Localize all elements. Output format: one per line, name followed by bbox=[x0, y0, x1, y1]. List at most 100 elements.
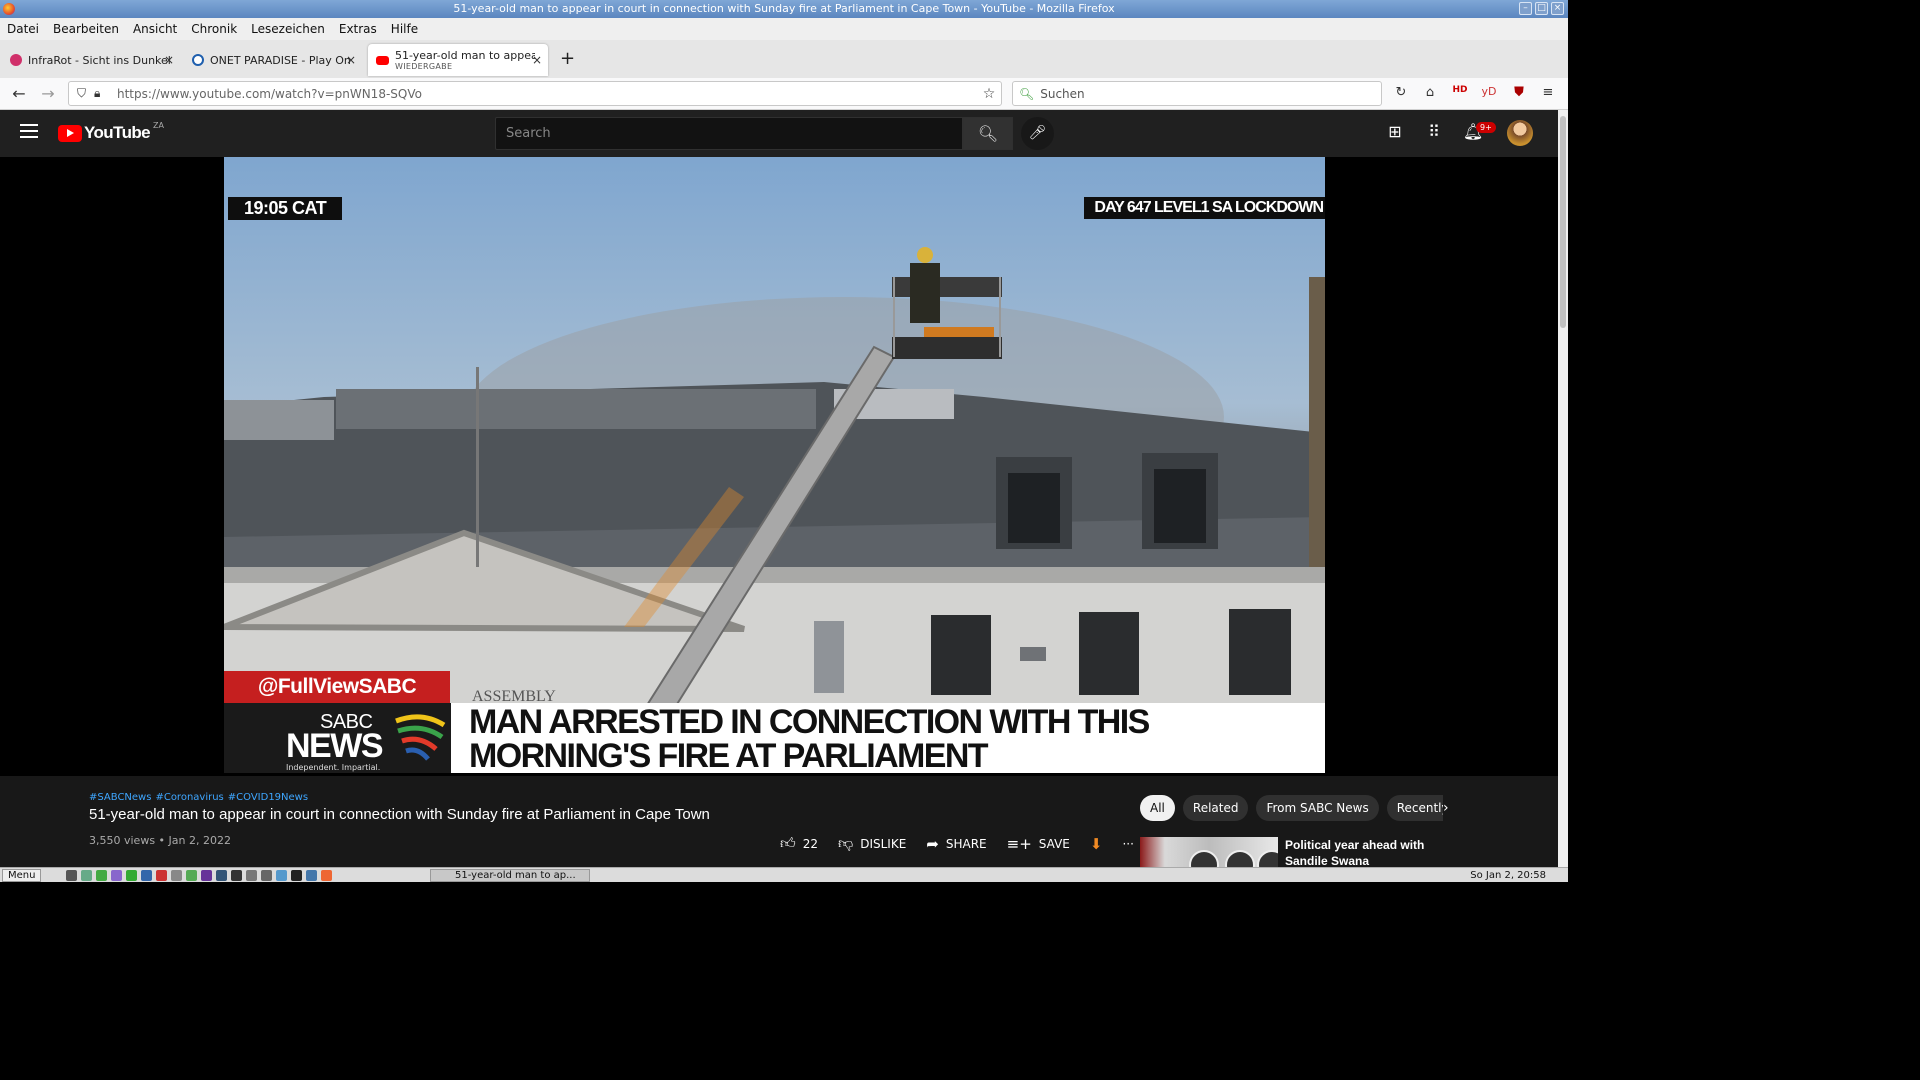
back-arrow-icon[interactable]: ← bbox=[9, 84, 29, 103]
window-title: 51-year-old man to appear in court in co… bbox=[453, 2, 1115, 15]
network-icon[interactable] bbox=[216, 870, 227, 881]
menu-datei[interactable]: Datei bbox=[0, 22, 46, 36]
download-button[interactable]: ⬇ bbox=[1090, 835, 1103, 853]
close-tab-icon[interactable]: × bbox=[346, 53, 356, 67]
video-info-section: #SABCNews #Coronavirus #COVID19News 51-y… bbox=[0, 776, 1558, 869]
app-launcher-icon[interactable] bbox=[96, 870, 107, 881]
thumbnail-seals bbox=[1189, 850, 1278, 867]
new-tab-button[interactable]: + bbox=[560, 48, 575, 69]
apps-grid-icon[interactable]: ⠿ bbox=[1422, 122, 1446, 141]
tab-label: 51-year-old man to appea bbox=[395, 49, 535, 62]
hamburger-menu-icon[interactable]: ≡ bbox=[1538, 85, 1558, 100]
youtube-search-input[interactable]: Search bbox=[495, 117, 963, 150]
chip-from-sabc-news[interactable]: From SABC News bbox=[1256, 795, 1379, 821]
media-icon[interactable] bbox=[156, 870, 167, 881]
menu-hilfe[interactable]: Hilfe bbox=[384, 22, 425, 36]
lock-icon[interactable]: 🔒︎ bbox=[94, 86, 100, 101]
mail-icon[interactable] bbox=[246, 870, 257, 881]
close-tab-icon[interactable]: × bbox=[164, 53, 174, 67]
youtube-wordmark: YouTube bbox=[84, 123, 151, 142]
graphics-icon[interactable] bbox=[201, 870, 212, 881]
spreadsheet-icon[interactable] bbox=[186, 870, 197, 881]
share-label: SHARE bbox=[945, 836, 987, 851]
thunderbird-icon[interactable] bbox=[306, 870, 317, 881]
save-label: SAVE bbox=[1038, 836, 1070, 851]
search-icon[interactable]: 🔍︎ bbox=[963, 117, 1013, 150]
menu-ansicht[interactable]: Ansicht bbox=[126, 22, 184, 36]
tools-icon[interactable] bbox=[261, 870, 272, 881]
globe-icon[interactable] bbox=[276, 870, 287, 881]
tab-infrarot[interactable]: InfraRot - Sicht ins Dunkel × bbox=[2, 44, 180, 76]
menu-bearbeiten[interactable]: Bearbeiten bbox=[46, 22, 126, 36]
file-manager-icon[interactable] bbox=[81, 870, 92, 881]
minimize-button[interactable]: – bbox=[1519, 2, 1532, 15]
chip-all[interactable]: All bbox=[1140, 795, 1175, 821]
maximize-button[interactable]: □ bbox=[1535, 2, 1548, 15]
yd-extension-icon[interactable]: yD bbox=[1479, 85, 1499, 98]
menu-chronik[interactable]: Chronik bbox=[184, 22, 244, 36]
youtube-favicon-icon bbox=[376, 55, 389, 65]
more-actions-button[interactable]: ··· bbox=[1122, 837, 1133, 851]
related-video-thumbnail[interactable] bbox=[1140, 837, 1278, 867]
reload-icon[interactable]: ↻ bbox=[1391, 85, 1411, 100]
terminal-icon[interactable] bbox=[66, 870, 77, 881]
firefox-launcher-icon[interactable] bbox=[321, 870, 332, 881]
account-avatar[interactable] bbox=[1507, 120, 1533, 146]
microphone-icon[interactable]: 🎤︎ bbox=[1021, 117, 1054, 150]
menu-extras[interactable]: Extras bbox=[332, 22, 384, 36]
tab-onet-paradise[interactable]: ONET PARADISE - Play One × bbox=[184, 44, 362, 76]
url-bar[interactable]: ⛉ 🔒︎ https://www.youtube.com/watch?v=pnW… bbox=[68, 81, 1002, 106]
close-window-button[interactable]: × bbox=[1551, 2, 1564, 15]
navigation-toolbar: ← → ⛉ 🔒︎ https://www.youtube.com/watch?v… bbox=[0, 78, 1568, 110]
related-video-title[interactable]: Political year ahead with Sandile Swana bbox=[1285, 837, 1424, 869]
headline-line-1: MAN ARRESTED IN CONNECTION WITH THIS bbox=[469, 703, 1150, 741]
messenger-icon[interactable] bbox=[126, 870, 137, 881]
youtube-logo[interactable]: YouTube ZA bbox=[58, 121, 164, 143]
search-placeholder: Suchen bbox=[1040, 86, 1085, 101]
youtube-play-icon bbox=[58, 124, 82, 142]
hashtag-link[interactable]: #SABCNews bbox=[89, 792, 151, 803]
home-icon[interactable]: ⌂ bbox=[1420, 85, 1440, 100]
tracking-shield-icon[interactable]: ⛉ bbox=[77, 86, 86, 101]
more-icon: ··· bbox=[1122, 836, 1134, 851]
share-button[interactable]: ➦ SHARE bbox=[926, 835, 986, 853]
taskbar-firefox-task[interactable]: 51-year-old man to ap... bbox=[430, 869, 590, 882]
tab-youtube-active[interactable]: 51-year-old man to appea WIEDERGABE × bbox=[368, 44, 548, 76]
ublock-shield-icon[interactable]: ⛊ bbox=[1509, 85, 1529, 100]
hd-extension-icon[interactable]: HD bbox=[1450, 85, 1470, 95]
document-icon[interactable] bbox=[171, 870, 182, 881]
start-menu-button[interactable]: Menu bbox=[2, 869, 42, 882]
dislike-label: DISLIKE bbox=[860, 836, 907, 851]
chip-related[interactable]: Related bbox=[1182, 795, 1249, 821]
page-scrollbar[interactable] bbox=[1558, 110, 1568, 867]
web-search-box[interactable]: 🔍︎ Suchen bbox=[1012, 81, 1382, 106]
hashtag-link[interactable]: #COVID19News bbox=[228, 792, 308, 803]
video-player[interactable]: ASSEMBLY 19:05 CAT DAY 647 LEVEL1 SA LOC… bbox=[224, 157, 1325, 773]
settings-icon[interactable] bbox=[111, 870, 122, 881]
tab-playing-label: WIEDERGABE bbox=[395, 62, 453, 71]
menu-lesezeichen[interactable]: Lesezeichen bbox=[244, 22, 332, 36]
search-engine-icon[interactable]: 🔍︎ bbox=[1019, 87, 1034, 101]
save-button[interactable]: ≡+ SAVE bbox=[1007, 835, 1070, 853]
tab-label: ONET PARADISE - Play One bbox=[210, 53, 350, 67]
forward-arrow-icon[interactable]: → bbox=[38, 84, 58, 103]
dislike-button[interactable]: 👎︎ DISLIKE bbox=[838, 834, 906, 853]
like-count: 22 bbox=[802, 836, 818, 851]
system-clock: So Jan 2, 20:58 bbox=[1470, 870, 1546, 881]
close-tab-icon[interactable]: × bbox=[532, 53, 542, 67]
like-button[interactable]: 👍︎ 22 bbox=[780, 834, 818, 853]
social-handle-overlay: @FullViewSABC bbox=[224, 671, 450, 703]
chevron-right-icon[interactable]: › bbox=[1443, 800, 1449, 816]
scrollbar-thumb[interactable] bbox=[1560, 116, 1566, 328]
system-icon[interactable] bbox=[231, 870, 242, 881]
bookmark-star-icon[interactable]: ☆ bbox=[977, 86, 1001, 102]
url-text[interactable]: https://www.youtube.com/watch?v=pnWN18-S… bbox=[117, 87, 977, 101]
guide-menu-icon[interactable] bbox=[20, 124, 38, 138]
headline-line-2: MORNING'S FIRE AT PARLIAMENT bbox=[469, 737, 989, 773]
hashtag-link[interactable]: #Coronavirus bbox=[155, 792, 223, 803]
browser-icon[interactable] bbox=[141, 870, 152, 881]
steam-icon[interactable] bbox=[291, 870, 302, 881]
create-video-icon[interactable]: ⊞ bbox=[1383, 122, 1407, 141]
share-arrow-icon: ➦ bbox=[926, 834, 939, 853]
chip-recently[interactable]: Recently bbox=[1386, 795, 1443, 821]
